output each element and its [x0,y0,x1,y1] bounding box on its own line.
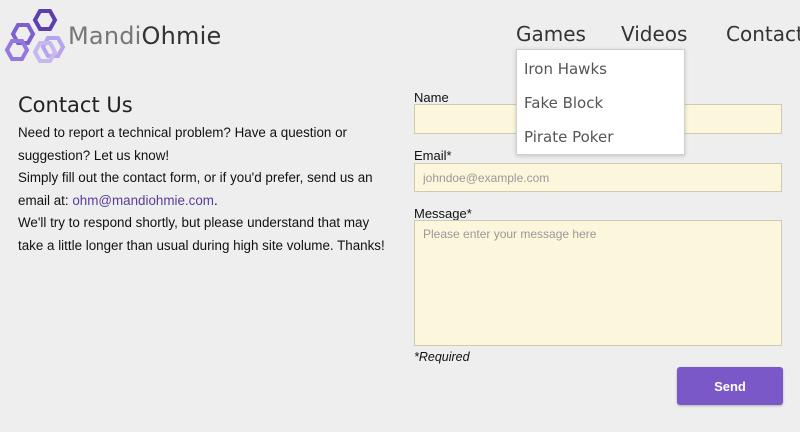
contact-line-2: Simply fill out the contact form, or if … [18,167,398,212]
contact-line-1: Need to report a technical problem? Have… [18,125,348,163]
nav-item-videos[interactable]: Videos [621,22,687,46]
message-field[interactable] [414,220,782,346]
dropdown-item-fake-block[interactable]: Fake Block [524,94,603,112]
dropdown-item-iron-hawks[interactable]: Iron Hawks [524,60,607,78]
nav-item-contact[interactable]: Contact [726,22,800,46]
nav-item-games[interactable]: Games [516,22,586,46]
games-dropdown-menu: Iron Hawks Fake Block Pirate Poker [516,49,685,155]
required-note: *Required [414,350,470,364]
name-label: Name [414,90,449,105]
main-nav: Games Videos Contact [0,22,800,52]
send-button[interactable]: Send [677,367,783,405]
dropdown-item-pirate-poker[interactable]: Pirate Poker [524,128,613,146]
contact-line-3: We'll try to respond shortly, but please… [18,215,385,253]
contact-line-2-suffix: . [213,192,218,208]
page-title: Contact Us [18,93,133,117]
message-label: Message* [414,206,472,221]
email-field[interactable] [414,163,782,192]
contact-description: Need to report a technical problem? Have… [18,122,398,257]
contact-email-link[interactable]: ohm@mandiohmie.com [72,193,214,208]
email-label: Email* [414,148,452,163]
